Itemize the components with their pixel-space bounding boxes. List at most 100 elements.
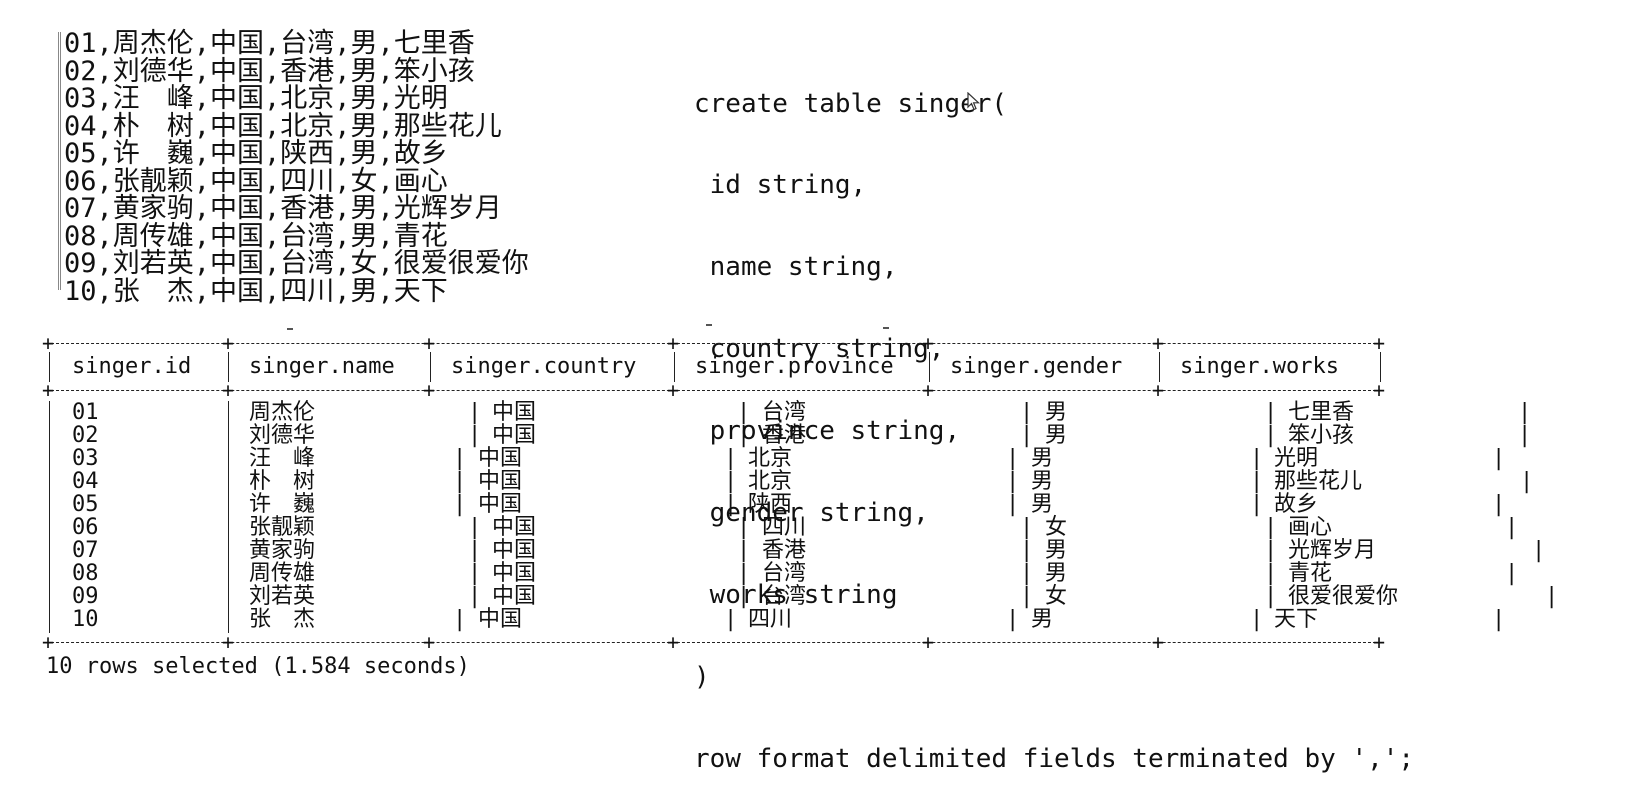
- cell-works: 光辉岁月: [1288, 538, 1377, 563]
- cell-name: 许 巍: [249, 492, 316, 517]
- artifact-mark: [287, 328, 293, 330]
- cell-country: 中国: [492, 538, 537, 563]
- cell-separator: |: [1520, 469, 1534, 494]
- column-header-id: singer.id: [72, 354, 192, 379]
- cell-name: 周杰伦: [249, 400, 316, 425]
- cell-province: 台湾: [762, 561, 807, 586]
- cell-separator: |: [453, 607, 467, 632]
- cell-separator: |: [468, 423, 482, 448]
- header-divider: [430, 352, 431, 382]
- cell-gender: 女: [1045, 515, 1068, 540]
- raw-data-line: 03,汪 峰,中国,北京,男,光明: [64, 83, 448, 114]
- cell-separator: |: [1505, 561, 1519, 586]
- cell-separator: |: [724, 492, 738, 517]
- header-divider: [1159, 352, 1160, 382]
- cell-separator: |: [1020, 400, 1034, 425]
- cell-separator: |: [1250, 469, 1264, 494]
- cell-works: 光明: [1274, 446, 1319, 471]
- cell-separator: |: [1492, 446, 1506, 471]
- cell-gender: 男: [1045, 538, 1068, 563]
- raw-data-line: 09,刘若英,中国,台湾,女,很爱很爱你: [64, 248, 529, 279]
- cell-province: 台湾: [762, 584, 807, 609]
- table-border-header: [46, 390, 1381, 391]
- cell-works: 天下: [1274, 607, 1319, 632]
- cell-separator: |: [468, 400, 482, 425]
- cell-id: 10: [72, 607, 99, 632]
- cell-separator: |: [1020, 561, 1034, 586]
- header-divider: [1380, 352, 1381, 382]
- cell-separator: |: [737, 561, 751, 586]
- cell-id: 07: [72, 538, 99, 563]
- cell-separator: |: [724, 607, 738, 632]
- cell-separator: |: [453, 469, 467, 494]
- cell-id: 05: [72, 492, 99, 517]
- cell-name: 朴 树: [249, 469, 316, 494]
- cell-name: 周传雄: [249, 561, 316, 586]
- raw-data-line: 08,周传雄,中国,台湾,男,青花: [64, 220, 448, 252]
- header-divider: [228, 352, 229, 382]
- cell-separator: |: [1020, 423, 1034, 448]
- table-border-bottom: [46, 642, 1381, 643]
- table-border-top: [46, 343, 1381, 344]
- cell-country: 中国: [478, 469, 523, 494]
- cell-separator: |: [1020, 538, 1034, 563]
- cell-separator: |: [724, 446, 738, 471]
- cell-id: 06: [72, 515, 99, 540]
- cell-province: 陕西: [748, 492, 793, 517]
- artifact-mark: [706, 324, 712, 326]
- cell-separator: |: [1492, 492, 1506, 517]
- cell-works: 七里香: [1288, 400, 1355, 425]
- column-header-works: singer.works: [1180, 354, 1339, 379]
- cell-gender: 男: [1031, 469, 1054, 494]
- raw-data-line: 02,刘德华,中国,香港,男,笨小孩: [64, 55, 475, 87]
- cell-separator: |: [1006, 492, 1020, 517]
- editor-gutter-bar: [58, 32, 61, 290]
- cell-name: 张 杰: [249, 607, 316, 632]
- cell-gender: 男: [1031, 492, 1054, 517]
- cell-separator: |: [468, 515, 482, 540]
- cell-gender: 男: [1045, 423, 1068, 448]
- cell-works: 画心: [1288, 515, 1333, 540]
- cell-separator: |: [468, 561, 482, 586]
- cell-separator: |: [737, 584, 751, 609]
- cell-province: 北京: [748, 469, 793, 494]
- cell-name: 刘德华: [249, 423, 316, 448]
- cell-separator: |: [468, 538, 482, 563]
- cell-works: 青花: [1288, 561, 1333, 586]
- body-divider: [228, 401, 229, 633]
- cell-separator: |: [453, 446, 467, 471]
- cell-country: 中国: [478, 492, 523, 517]
- sql-line: id string,: [694, 170, 867, 201]
- cell-country: 中国: [492, 561, 537, 586]
- rows-selected-status: 10 rows selected (1.584 seconds): [46, 654, 470, 679]
- cell-country: 中国: [492, 423, 537, 448]
- cell-separator: |: [468, 584, 482, 609]
- raw-data-line: 10,张 杰,中国,四川,男,天下: [64, 275, 448, 307]
- cell-separator: |: [737, 538, 751, 563]
- cell-name: 刘若英: [249, 584, 316, 609]
- cell-separator: |: [737, 423, 751, 448]
- cell-name: 张靓颖: [249, 515, 316, 540]
- cell-country: 中国: [478, 446, 523, 471]
- cell-id: 02: [72, 423, 99, 448]
- cell-gender: 男: [1045, 400, 1068, 425]
- cell-separator: |: [1264, 400, 1278, 425]
- cell-separator: |: [1264, 423, 1278, 448]
- cell-separator: |: [724, 469, 738, 494]
- cell-gender: 男: [1045, 561, 1068, 586]
- cell-gender: 女: [1045, 584, 1068, 609]
- cell-id: 01: [72, 400, 99, 425]
- cell-separator: |: [1264, 584, 1278, 609]
- raw-data-line: 06,张靓颖,中国,四川,女,画心: [64, 165, 448, 197]
- cell-separator: |: [1006, 446, 1020, 471]
- raw-data-line: 07,黄家驹,中国,香港,男,光辉岁月: [64, 193, 502, 224]
- cell-works: 故乡: [1274, 492, 1319, 517]
- cell-province: 台湾: [762, 400, 807, 425]
- cell-province: 四川: [762, 515, 807, 540]
- cell-separator: |: [453, 492, 467, 517]
- raw-data-line: 01,周杰伦,中国,台湾,男,七里香: [64, 28, 475, 59]
- cell-separator: |: [1264, 561, 1278, 586]
- raw-data-block: 01,周杰伦,中国,台湾,男,七里香 02,刘德华,中国,香港,男,笨小孩 03…: [58, 28, 618, 305]
- column-header-province: singer.province: [695, 354, 894, 379]
- cell-separator: |: [1518, 400, 1532, 425]
